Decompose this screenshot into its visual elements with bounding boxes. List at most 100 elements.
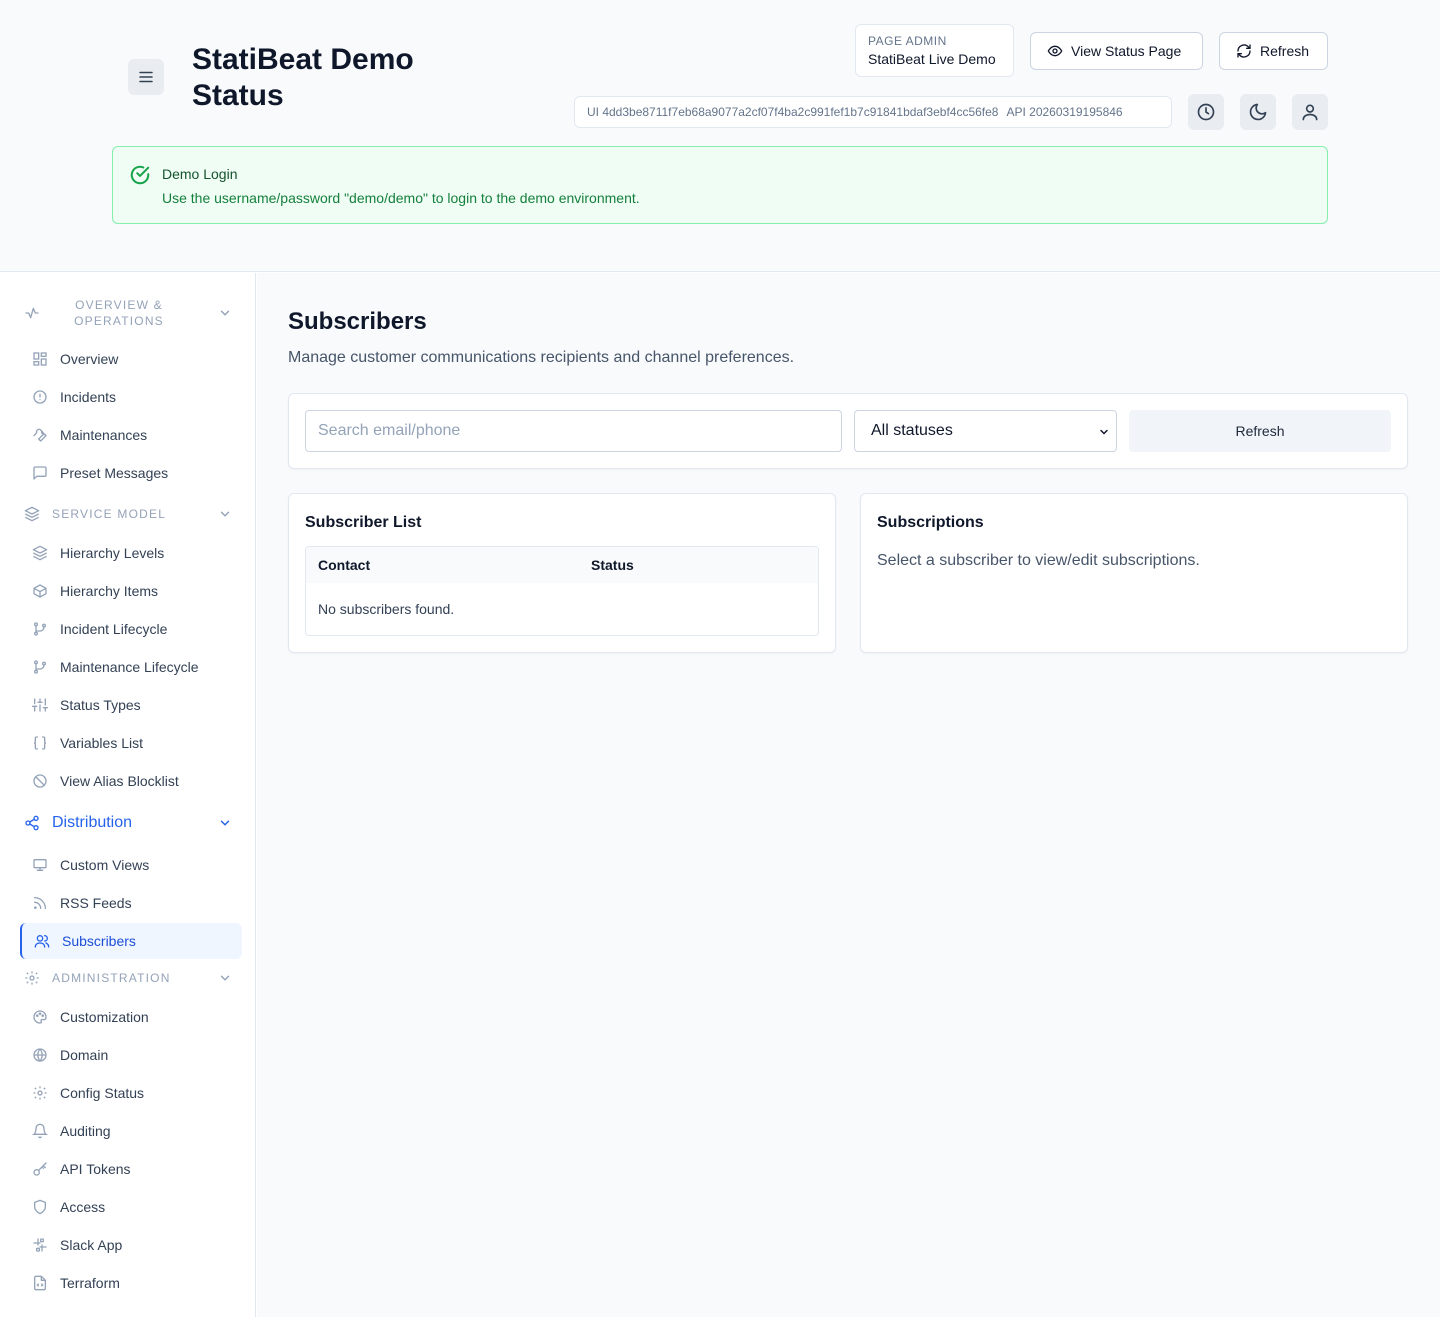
sidebar-item-view-alias-blocklist[interactable]: View Alias Blocklist <box>20 764 242 798</box>
sidebar-item-subscribers[interactable]: Subscribers <box>20 923 242 959</box>
status-filter-select[interactable]: All statuses <box>854 410 1117 452</box>
user-menu-button[interactable] <box>1292 94 1328 130</box>
sidebar-item-label: Hierarchy Items <box>60 583 159 599</box>
column-header-contact: Contact <box>318 557 371 573</box>
sidebar-item-customization[interactable]: Customization <box>20 1000 242 1034</box>
sidebar-item-label: Hierarchy Levels <box>60 545 165 561</box>
ban-icon <box>33 774 47 788</box>
sidebar-item-variables-list[interactable]: Variables List <box>20 726 242 760</box>
palette-icon <box>33 1010 47 1024</box>
user-icon <box>1302 104 1318 121</box>
sidebar-item-rss-feeds[interactable]: RSS Feeds <box>20 886 242 920</box>
shield-icon <box>34 1199 46 1215</box>
sidebar-item-label: Status Types <box>60 697 141 713</box>
view-status-page-label: View Status Page <box>1071 43 1182 59</box>
alert-text: Use the username/password "demo/demo" to… <box>162 190 640 206</box>
monitor-icon <box>33 859 47 871</box>
file-code-icon <box>34 1275 46 1291</box>
share-icon <box>25 815 39 831</box>
subscriptions-card: Subscriptions Select a subscriber to vie… <box>860 493 1408 653</box>
sidebar-item-label: RSS Feeds <box>60 895 132 911</box>
bell-icon <box>32 1123 48 1139</box>
sliders-icon <box>32 698 48 712</box>
theme-toggle-button[interactable] <box>1240 94 1276 130</box>
sidebar-item-preset-messages[interactable]: Preset Messages <box>20 456 242 490</box>
chevron-down-icon <box>220 975 230 981</box>
sidebar-item-status-types[interactable]: Status Types <box>20 688 242 722</box>
header-refresh-label: Refresh <box>1260 43 1310 59</box>
app-title: StatiBeat Demo Status <box>192 43 414 112</box>
status-filter-value: All statuses <box>871 422 953 439</box>
empty-state: No subscribers found. <box>318 601 455 617</box>
sidebar-item-config-status[interactable]: Config Status <box>20 1076 242 1110</box>
sidebar-item-maintenances[interactable]: Maintenances <box>20 418 242 452</box>
sidebar-item-label: Terraform <box>60 1275 120 1291</box>
key-icon <box>33 1162 47 1176</box>
menu-toggle-button[interactable] <box>128 59 164 95</box>
box-icon <box>33 584 47 598</box>
braces-icon <box>33 736 47 750</box>
page-admin-value: StatiBeat Live Demo <box>868 51 996 67</box>
sidebar-item-auditing[interactable]: Auditing <box>20 1114 242 1148</box>
sidebar-item-api-tokens[interactable]: API Tokens <box>20 1152 242 1186</box>
users-icon <box>34 935 50 948</box>
sidebar-item-terraform[interactable]: Terraform <box>20 1266 242 1300</box>
sidebar-item-domain[interactable]: Domain <box>20 1038 242 1072</box>
layers-icon <box>32 545 48 561</box>
sidebar-item-label: Maintenances <box>60 427 148 443</box>
table-header: Contact Status <box>306 547 818 583</box>
sidebar-item-label: Overview <box>60 351 119 367</box>
sidebar-item-label: API Tokens <box>60 1161 131 1177</box>
subscriber-table: Contact Status No subscribers found. <box>305 546 819 636</box>
sidebar-item-overview[interactable]: Overview <box>20 342 242 376</box>
sidebar-item-maintenance-lifecycle[interactable]: Maintenance Lifecycle <box>20 650 242 684</box>
sidebar-item-incidents[interactable]: Incidents <box>20 380 242 414</box>
ui-version: UI 4dd3be8711f7eb68a9077a2cf07f4ba2c991f… <box>587 105 999 119</box>
layers-icon <box>24 506 40 522</box>
column-header-status: Status <box>591 557 634 573</box>
git-branch-icon <box>34 660 46 674</box>
sidebar-item-hierarchy-levels[interactable]: Hierarchy Levels <box>20 536 242 570</box>
refresh-button[interactable]: Refresh <box>1129 410 1391 452</box>
settings-icon <box>33 1086 47 1100</box>
sidebar-item-slack-app[interactable]: Slack App <box>20 1228 242 1262</box>
sidebar-item-label: Domain <box>60 1047 109 1063</box>
chevron-down-icon <box>220 310 230 316</box>
rss-icon <box>34 897 46 909</box>
check-circle-icon <box>130 165 150 185</box>
page-title: Subscribers <box>288 308 427 335</box>
globe-icon <box>33 1048 47 1062</box>
sidebar-item-label: Maintenance Lifecycle <box>60 659 199 675</box>
sidebar-item-label: Customization <box>60 1009 149 1025</box>
sidebar-item-custom-views[interactable]: Custom Views <box>20 848 242 882</box>
slack-icon <box>33 1238 47 1252</box>
moon-icon <box>1249 103 1267 121</box>
sidebar-item-label: Access <box>60 1199 106 1215</box>
sidebar-item-label: Variables List <box>60 735 144 751</box>
header-refresh-button[interactable]: Refresh <box>1219 32 1328 70</box>
sidebar-item-hierarchy-items[interactable]: Hierarchy Items <box>20 574 242 608</box>
clock-icon <box>1197 103 1215 121</box>
demo-login-alert: Demo Login Use the username/password "de… <box>112 146 1328 224</box>
page-admin-badge: PAGE ADMIN StatiBeat Live Demo <box>855 24 1014 77</box>
message-square-icon <box>33 466 47 480</box>
sidebar-item-label: Slack App <box>60 1237 123 1253</box>
sidebar-item-label: Auditing <box>60 1123 111 1139</box>
chevron-down-icon <box>1100 429 1108 435</box>
main-content: Subscribers Manage customer communicatio… <box>257 273 1440 1317</box>
sidebar-item-access[interactable]: Access <box>20 1190 242 1224</box>
history-button[interactable] <box>1188 94 1224 130</box>
refresh-icon <box>1237 44 1251 58</box>
alert-title: Demo Login <box>162 166 238 182</box>
view-status-page-button[interactable]: View Status Page <box>1030 32 1203 70</box>
section-service-model[interactable]: SERVICE MODEL <box>20 506 242 522</box>
search-input[interactable] <box>305 410 842 452</box>
sidebar-item-incident-lifecycle[interactable]: Incident Lifecycle <box>20 612 242 646</box>
settings-icon <box>25 971 39 985</box>
page-subtitle: Manage customer communications recipient… <box>288 349 795 366</box>
section-administration[interactable]: ADMINISTRATION <box>20 970 242 986</box>
sidebar-item-label: Incidents <box>60 389 117 405</box>
section-distribution[interactable]: Distribution <box>20 813 242 833</box>
eye-icon <box>1047 45 1063 57</box>
section-overview-operations[interactable]: OVERVIEW & OPERATIONS <box>20 297 242 329</box>
